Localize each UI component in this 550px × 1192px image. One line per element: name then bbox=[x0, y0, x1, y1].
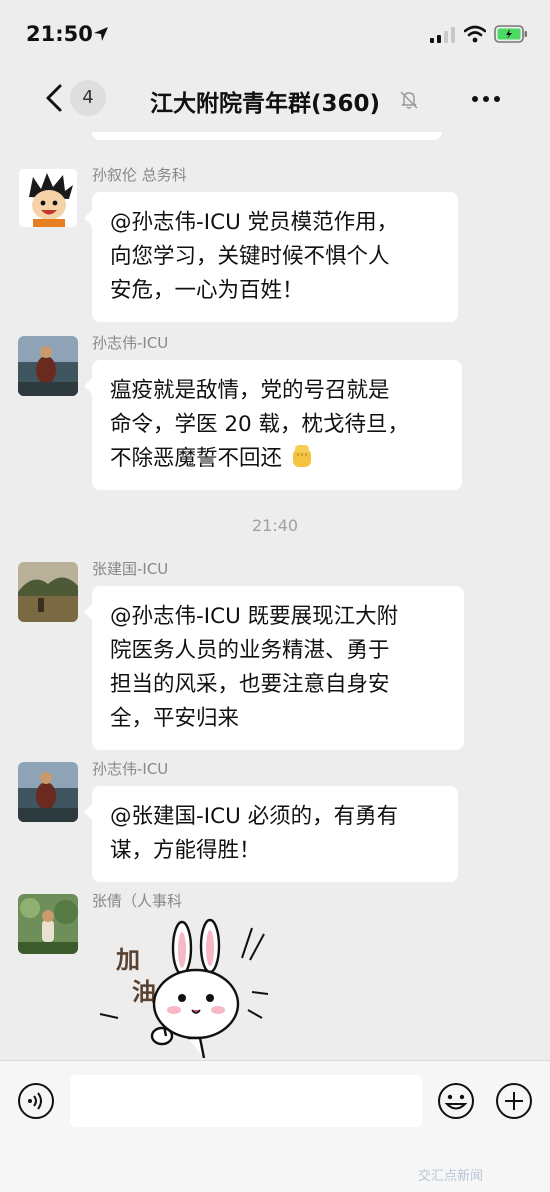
avatar-photo-icon bbox=[18, 762, 78, 822]
signal-icon bbox=[430, 27, 455, 43]
timestamp: 21:40 bbox=[251, 516, 299, 535]
message-text: 瘟疫就是敌情，党的号召就是 bbox=[110, 378, 390, 403]
status-time: 21:50 bbox=[26, 22, 93, 46]
location-arrow-icon bbox=[94, 27, 108, 41]
sticker-text: 油 bbox=[132, 978, 156, 1006]
watermark: 交汇点新闻 bbox=[418, 1169, 484, 1184]
sticker-text: 加 bbox=[116, 946, 140, 974]
avatar-photo-icon bbox=[18, 562, 78, 622]
input-bar: 交汇点新闻 bbox=[0, 1060, 550, 1192]
message-text: 谋，方能得胜！ bbox=[110, 838, 261, 863]
message-text: @张建国-ICU 必须的，有勇有 bbox=[110, 804, 399, 829]
avatar[interactable] bbox=[18, 762, 78, 822]
message-text: 向您学习，关键时候不惧个人 bbox=[110, 244, 390, 269]
voice-icon[interactable] bbox=[16, 1081, 56, 1121]
sender-name: 张建国-ICU bbox=[92, 560, 169, 578]
message-bubble[interactable]: @孙志伟-ICU 既要展现江大附 院医务人员的业务精湛、勇于 担当的风采，也要注… bbox=[84, 586, 464, 750]
battery-icon bbox=[494, 25, 527, 43]
unread-count-badge[interactable]: 4 bbox=[70, 80, 106, 116]
avatar-photo-icon bbox=[18, 336, 78, 396]
message-line: 不除恶魔誓不回还 bbox=[110, 442, 444, 476]
message-input[interactable] bbox=[70, 1075, 422, 1127]
emoji-face-icon[interactable] bbox=[436, 1081, 476, 1121]
avatar[interactable] bbox=[18, 336, 78, 396]
avatar[interactable] bbox=[18, 894, 78, 954]
message-text: @孙志伟-ICU 党员模范作用， bbox=[110, 210, 399, 235]
fist-emoji-icon bbox=[292, 445, 311, 467]
message-text: 安危，一心为百姓！ bbox=[110, 278, 304, 303]
chat-area[interactable]: 孙叙伦 总务科 @孙志伟-ICU 党员模范作用， 向您学习，关键时候不惧个人 安… bbox=[0, 132, 550, 1060]
avatar-cartoon-icon bbox=[19, 169, 77, 227]
more-dots-icon[interactable] bbox=[466, 84, 506, 114]
message-text: 全，平安归来 bbox=[110, 706, 240, 731]
message-bubble[interactable]: @孙志伟-ICU 党员模范作用， 向您学习，关键时候不惧个人 安危，一心为百姓！ bbox=[84, 192, 458, 322]
mute-bell-icon bbox=[400, 91, 418, 109]
wifi-icon bbox=[464, 25, 486, 43]
sender-name: 孙志伟-ICU bbox=[92, 760, 169, 778]
sender-name: 张倩（人事科 bbox=[92, 892, 183, 910]
rabbit-sticker[interactable]: 加 油 bbox=[92, 918, 282, 1058]
message-text: 院医务人员的业务精湛、勇于 bbox=[110, 638, 390, 663]
nav-bar: 4 江大附院青年群(360) bbox=[0, 64, 550, 132]
avatar[interactable] bbox=[18, 562, 78, 622]
plus-icon[interactable] bbox=[494, 1081, 534, 1121]
message-bubble[interactable]: 瘟疫就是敌情，党的号召就是 命令，学医 20 载，枕戈待旦， 不除恶魔誓不回还 bbox=[84, 360, 462, 490]
status-bar: 21:50 bbox=[0, 0, 550, 64]
message-bubble[interactable]: @张建国-ICU 必须的，有勇有 谋，方能得胜！ bbox=[84, 786, 458, 882]
message-text: 命令，学医 20 载，枕戈待旦， bbox=[110, 412, 410, 437]
message-text: @孙志伟-ICU 既要展现江大附 bbox=[110, 604, 399, 629]
sender-name: 孙叙伦 总务科 bbox=[92, 166, 187, 184]
back-chevron-icon[interactable] bbox=[38, 82, 68, 114]
message-text: 不除恶魔誓不回还 bbox=[110, 446, 283, 471]
previous-message-bubble bbox=[92, 132, 442, 140]
avatar[interactable] bbox=[18, 168, 78, 228]
avatar-photo-icon bbox=[18, 894, 78, 954]
sender-name: 孙志伟-ICU bbox=[92, 334, 169, 352]
message-text: 担当的风采，也要注意自身安 bbox=[110, 672, 390, 697]
chat-title: 江大附院青年群(360) bbox=[150, 91, 381, 117]
